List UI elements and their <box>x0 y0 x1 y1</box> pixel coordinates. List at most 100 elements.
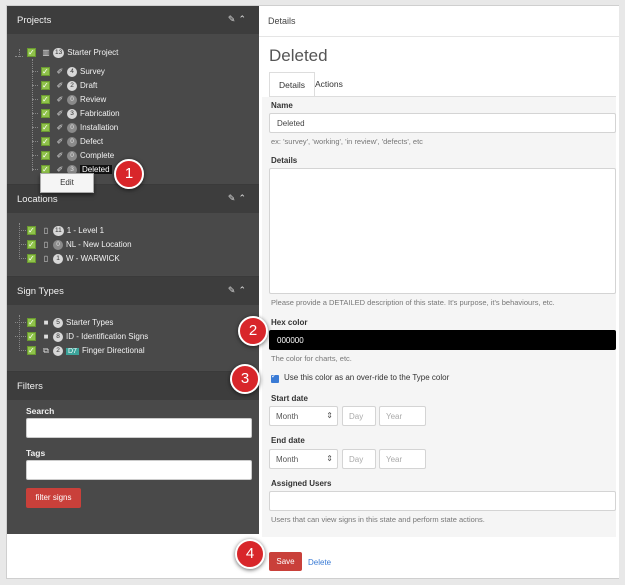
tree-node-sign-type[interactable]: ⧉ 2D7Finger Directional <box>27 344 145 357</box>
panel-tools[interactable]: ✎⌃ <box>228 285 249 296</box>
tree-node-label: Fabrication <box>80 109 120 118</box>
assigned-users-help: Users that can view signs in this state … <box>271 515 485 524</box>
count-badge: 5 <box>53 317 63 328</box>
end-day-input[interactable]: Day <box>342 449 376 469</box>
count-badge: 0 <box>67 136 77 147</box>
name-input[interactable]: Deleted <box>269 113 616 133</box>
wrench-icon[interactable]: ✎ <box>228 285 239 295</box>
override-color-checkbox[interactable] <box>271 372 279 383</box>
tree-node-label: Draft <box>80 81 98 90</box>
folder-icon: ■ <box>43 318 49 328</box>
checkbox[interactable] <box>27 330 36 343</box>
tree-node-label: Starter Project <box>67 48 119 57</box>
tree-node-sign-type[interactable]: ■ 8ID - Identification Signs <box>27 330 148 343</box>
assigned-users-label: Assigned Users <box>271 479 332 488</box>
tree-node-state[interactable]: ✐0Installation <box>41 121 118 134</box>
end-month-select[interactable]: Month ⇕ <box>269 449 338 469</box>
checkbox[interactable] <box>27 316 36 329</box>
count-badge: 0 <box>67 122 77 133</box>
hex-color-input[interactable]: 000000 <box>269 330 616 350</box>
assigned-users-input[interactable] <box>269 491 616 511</box>
save-button[interactable]: Save <box>269 552 302 571</box>
tab-actions[interactable]: Actions <box>306 72 352 97</box>
tree-node-state[interactable]: ✐0Defect <box>41 135 103 148</box>
tree-node-sign-type[interactable]: ■ 5Starter Types <box>27 316 113 329</box>
brush-icon: ✐ <box>56 109 64 119</box>
brush-icon: ✐ <box>56 95 64 105</box>
count-badge: 13 <box>53 47 65 58</box>
tree-node-label: Installation <box>80 123 119 132</box>
sign-types-panel: Sign Types ✎⌃ ■ 5Starter Types ■ 8ID - Ide… <box>7 276 259 370</box>
panel-tools[interactable]: ✎⌃ <box>228 14 249 25</box>
count-badge: 2 <box>67 80 77 91</box>
wrench-icon[interactable]: ✎ <box>228 14 239 24</box>
tags-input[interactable] <box>26 460 252 480</box>
count-badge: 0 <box>67 150 77 161</box>
projects-panel-title: Projects <box>17 15 52 26</box>
context-menu-edit[interactable]: Edit <box>40 173 94 193</box>
details-help: Please provide a DETAILED description of… <box>271 298 555 307</box>
checkbox[interactable] <box>41 93 50 106</box>
callout-marker: 1 <box>114 159 144 189</box>
tree-node-location[interactable]: ▯ 111 - Level 1 <box>27 224 104 237</box>
checkbox[interactable] <box>41 149 50 162</box>
checkbox[interactable] <box>41 65 50 78</box>
tree-node-label: Survey <box>80 67 105 76</box>
tree-node-state[interactable]: ✐2Draft <box>41 79 97 92</box>
wrench-icon[interactable]: ✎ <box>228 193 239 203</box>
tree-node-state[interactable]: ✐4Survey <box>41 65 105 78</box>
checkbox[interactable] <box>41 135 50 148</box>
filters-panel-header: Filters <box>7 372 259 400</box>
filters-panel-title: Filters <box>17 381 43 392</box>
count-badge: 11 <box>53 225 64 236</box>
tree-node-label: NL - New Location <box>66 240 132 249</box>
checkbox[interactable] <box>27 224 36 237</box>
filter-signs-button[interactable]: filter signs <box>26 488 81 508</box>
map-icon: ▯ <box>43 254 49 264</box>
details-textarea[interactable] <box>269 168 616 294</box>
start-day-input[interactable]: Day <box>342 406 376 426</box>
end-year-input[interactable]: Year <box>379 449 426 469</box>
panel-tools[interactable]: ✎⌃ <box>228 193 249 204</box>
callout-marker: 4 <box>235 539 265 569</box>
checkbox[interactable] <box>27 344 36 357</box>
tree-node-starter-project[interactable]: ▥13Starter Project <box>27 46 118 59</box>
checkbox[interactable] <box>27 46 36 59</box>
count-badge: 1 <box>53 253 63 264</box>
override-color-label: Use this color as an over-ride to the Ty… <box>284 373 450 382</box>
count-badge: 4 <box>67 66 77 77</box>
tree-node-label: 1 - Level 1 <box>66 226 105 235</box>
sign-types-panel-title: Sign Types <box>17 286 64 297</box>
checkbox[interactable] <box>41 79 50 92</box>
tree-node-state[interactable]: ✐3Fabrication <box>41 107 120 120</box>
start-year-input[interactable]: Year <box>379 406 426 426</box>
search-input[interactable] <box>26 418 252 438</box>
tree-node-location[interactable]: ▯ 1W - WARWICK <box>27 252 120 265</box>
select-arrows-icon: ⇕ <box>326 454 333 463</box>
sidebar: Projects ✎⌃ ▥13Starter Project ✐4Survey … <box>7 6 259 534</box>
checkbox[interactable] <box>41 107 50 120</box>
map-icon: ▯ <box>43 240 49 250</box>
hex-color-help: The color for charts, etc. <box>271 354 352 363</box>
tree-node-label: ID - Identification Signs <box>66 332 149 341</box>
state-form <box>262 97 616 537</box>
tree-node-label: Finger Directional <box>81 346 145 355</box>
page-title: Deleted <box>269 46 328 65</box>
tree-node-label: Complete <box>80 151 115 160</box>
tree-node-state[interactable]: ✐0Review <box>41 93 106 106</box>
brush-icon: ✐ <box>56 151 64 161</box>
chevron-up-icon[interactable]: ⌃ <box>238 285 249 295</box>
start-month-select[interactable]: Month ⇕ <box>269 406 338 426</box>
chevron-up-icon[interactable]: ⌃ <box>238 14 249 24</box>
tree-node-label: W - WARWICK <box>66 254 120 263</box>
checkbox[interactable] <box>27 238 36 251</box>
sign-icon: ⧉ <box>43 346 49 356</box>
tree-node-state[interactable]: ✐0Complete <box>41 149 114 162</box>
delete-link[interactable]: Delete <box>308 558 331 567</box>
select-arrows-icon: ⇕ <box>326 411 333 420</box>
tree-node-location[interactable]: ▯ 0NL - New Location <box>27 238 132 251</box>
checkbox[interactable] <box>27 252 36 265</box>
chevron-up-icon[interactable]: ⌃ <box>238 193 249 203</box>
brush-icon: ✐ <box>56 123 64 133</box>
checkbox[interactable] <box>41 121 50 134</box>
